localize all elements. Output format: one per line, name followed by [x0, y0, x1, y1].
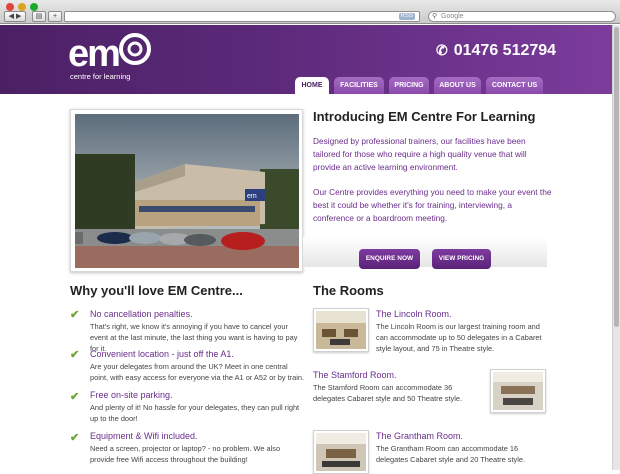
grantham-room-photo[interactable]: [313, 430, 369, 474]
search-placeholder: Google: [441, 13, 464, 20]
site-header: em centre for learning ✆ 01476 512794 HOM…: [0, 25, 612, 95]
scrollbar-thumb[interactable]: [614, 27, 619, 327]
search-icon: ⚲: [432, 13, 438, 20]
building-photo: em: [70, 109, 303, 272]
checkmark-icon: ✔: [70, 432, 80, 444]
bookmarks-icon[interactable]: ▤: [32, 11, 46, 22]
tab-home[interactable]: HOME: [295, 77, 329, 95]
enquire-now-button[interactable]: ENQUIRE NOW: [359, 249, 420, 269]
phone-number[interactable]: ✆ 01476 512794: [436, 42, 556, 60]
logo-wordmark: em: [68, 33, 121, 75]
rooms-heading: The Rooms: [313, 283, 384, 298]
tab-contact-us[interactable]: CONTACT US: [486, 77, 543, 94]
tab-facilities[interactable]: FACILITIES: [334, 77, 384, 94]
back-forward-buttons[interactable]: ◀ ▶: [4, 11, 26, 22]
feature-title: No cancellation penalties.: [90, 309, 193, 319]
building-sign: em: [247, 193, 257, 200]
rss-icon[interactable]: RSS: [398, 13, 415, 20]
checkmark-icon: ✔: [70, 309, 80, 321]
room-desc: The Lincoln Room is our largest training…: [376, 322, 542, 353]
site-logo[interactable]: em centre for learning: [68, 33, 158, 84]
tab-about-us[interactable]: ABOUT US: [434, 77, 481, 94]
why-heading: Why you'll love EM Centre...: [70, 283, 243, 298]
hero-cta-band: [303, 237, 547, 267]
room-title[interactable]: The Stamford Room.: [313, 370, 397, 380]
zoom-window-icon[interactable]: [30, 3, 38, 11]
feature-title: Convenient location - just off the A1.: [90, 349, 234, 359]
stamford-room-photo[interactable]: [490, 369, 546, 413]
building-photo-image: em: [75, 114, 299, 268]
page-scrollbar[interactable]: [612, 25, 620, 470]
room-desc: The Grantham Room can accommodate 16 del…: [376, 444, 525, 464]
feature-title: Equipment & Wifi included.: [90, 431, 198, 441]
logo-tagline: centre for learning: [70, 72, 131, 81]
feature-desc: And plenty of it! No hassle for your del…: [90, 403, 300, 423]
checkmark-icon: ✔: [70, 349, 80, 361]
room-desc: The Stamford Room can accommodate 36 del…: [313, 383, 462, 403]
hero-title: Introducing EM Centre For Learning: [313, 109, 536, 124]
lincoln-room-photo[interactable]: [313, 308, 369, 352]
close-window-icon[interactable]: [6, 3, 14, 11]
address-bar[interactable]: RSS: [64, 11, 420, 22]
feature-title: Free on-site parking.: [90, 390, 173, 400]
room-title[interactable]: The Grantham Room.: [376, 431, 463, 441]
new-tab-button[interactable]: +: [48, 11, 62, 22]
tab-pricing[interactable]: PRICING: [389, 77, 429, 94]
feature-desc: Need a screen, projector or laptop? - no…: [90, 444, 281, 464]
browser-toolbar: ◀ ▶ ▤ + RSS ⚲ Google: [0, 0, 620, 24]
logo-target-icon: [119, 33, 151, 65]
feature-desc: Are your delegates from around the UK? M…: [90, 362, 305, 382]
minimize-window-icon[interactable]: [18, 3, 26, 11]
phone-icon: ✆: [436, 42, 448, 58]
room-title[interactable]: The Lincoln Room.: [376, 309, 452, 319]
hero-paragraph-2: Our Centre provides everything you need …: [313, 187, 552, 223]
checkmark-icon: ✔: [70, 391, 80, 403]
phone-text: 01476 512794: [453, 42, 557, 59]
view-pricing-button[interactable]: VIEW PRICING: [432, 249, 491, 269]
hero-paragraph-1: Designed by professional trainers, our f…: [313, 136, 527, 172]
browser-search-input[interactable]: ⚲ Google: [428, 11, 616, 22]
